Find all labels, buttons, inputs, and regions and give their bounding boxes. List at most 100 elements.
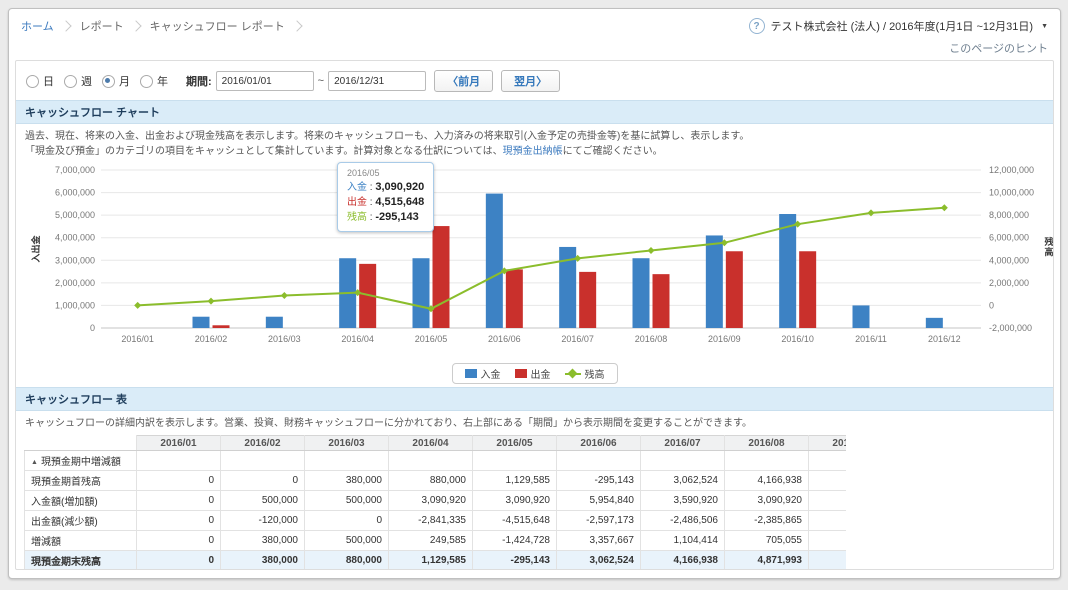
column-header: 2016/08 xyxy=(725,436,809,451)
chart-section: キャッシュフロー チャート 過去、現在、将来の入金、出金および現金残高を表示しま… xyxy=(16,100,1053,387)
right-axis-tick-label: 4,000,000 xyxy=(989,255,1029,265)
left-axis-tick-label: 0 xyxy=(90,323,95,333)
column-header: 2016/06 xyxy=(557,436,641,451)
bar-out[interactable] xyxy=(653,274,670,328)
help-icon[interactable]: ? xyxy=(749,18,765,34)
breadcrumb-home[interactable]: ホーム xyxy=(21,18,54,34)
x-axis-label: 2016/01 xyxy=(121,334,154,344)
chevron-right-icon xyxy=(291,20,302,31)
bar-in[interactable] xyxy=(193,317,210,328)
cell: 3,090,920 xyxy=(389,491,473,511)
right-axis-tick-label: 10,000,000 xyxy=(989,188,1034,198)
x-axis-label: 2016/10 xyxy=(781,334,814,344)
radio-week-dot[interactable] xyxy=(64,75,77,88)
balance-line xyxy=(138,208,945,309)
cell: 3,590,920 xyxy=(641,491,725,511)
x-axis-label: 2016/12 xyxy=(928,334,961,344)
legend-item-line[interactable]: 残高 xyxy=(565,366,605,381)
cell: 500,000 xyxy=(221,491,305,511)
tooltip-label-out: 出金 xyxy=(347,197,367,208)
balance-point[interactable] xyxy=(941,204,948,211)
table-section: キャッシュフロー 表 キャッシュフローの詳細内訳を表示します。営業、投資、財務キ… xyxy=(16,387,1053,570)
date-range-separator: ~ xyxy=(318,75,324,87)
x-axis-label: 2016/04 xyxy=(341,334,374,344)
row-label: 現預金期末残高 xyxy=(25,551,137,571)
right-axis-tick-label: 6,000,000 xyxy=(989,233,1029,243)
cell: 380,000 xyxy=(221,531,305,551)
bar-out[interactable] xyxy=(433,226,450,328)
bar-out[interactable] xyxy=(579,272,596,328)
radio-day-dot[interactable] xyxy=(26,75,39,88)
bar-in[interactable] xyxy=(926,318,943,328)
date-from-input[interactable] xyxy=(216,71,314,91)
cell xyxy=(809,551,847,571)
table-row: 入金額(増加額)0500,000500,0003,090,9203,090,92… xyxy=(25,491,847,511)
bar-in[interactable] xyxy=(633,258,650,328)
date-to-input[interactable] xyxy=(328,71,426,91)
balance-point[interactable] xyxy=(208,298,215,305)
cell: 4,871,993 xyxy=(725,551,809,571)
right-axis-tick-label: 12,000,000 xyxy=(989,165,1034,175)
bar-in[interactable] xyxy=(779,214,796,328)
legend-item-bar[interactable]: 出金 xyxy=(515,366,551,381)
bar-in[interactable] xyxy=(486,194,503,328)
right-axis-tick-label: 8,000,000 xyxy=(989,210,1029,220)
bar-in[interactable] xyxy=(266,317,283,328)
bar-in[interactable] xyxy=(706,235,723,328)
cell: 0 xyxy=(221,471,305,491)
cell: -2,597,173 xyxy=(557,511,641,531)
prev-month-button[interactable]: 〈前月 xyxy=(434,70,493,92)
bar-out[interactable] xyxy=(799,251,816,328)
cell: 0 xyxy=(137,551,221,571)
legend-label: 残高 xyxy=(585,366,605,381)
page-hint-link[interactable]: このページのヒント xyxy=(949,43,1048,55)
bar-out[interactable] xyxy=(726,251,743,328)
balance-point[interactable] xyxy=(648,247,655,254)
next-month-button[interactable]: 翌月〉 xyxy=(501,70,560,92)
chart-description-line2: 「現金及び預金」のカテゴリの項目をキャッシュとして集計しています。計算対象となる… xyxy=(25,144,1044,159)
cell: 4,166,938 xyxy=(725,471,809,491)
row-label[interactable]: ▲現預金期中増減額 xyxy=(25,451,137,471)
company-selector[interactable]: ? テスト株式会社 (法人) / 2016年度(1月1日 ~12月31日) ▼ xyxy=(749,18,1048,34)
period-filter-bar: 日 週 月 年 期間: ~ 〈前月 翌月〉 xyxy=(16,61,1053,100)
radio-year[interactable]: 年 xyxy=(140,73,168,89)
cell: 1,129,585 xyxy=(389,551,473,571)
balance-point[interactable] xyxy=(134,302,141,309)
bar-in[interactable] xyxy=(413,258,430,328)
bar-in[interactable] xyxy=(853,305,870,328)
cell: 705,055 xyxy=(725,531,809,551)
cell xyxy=(641,451,725,471)
radio-year-dot[interactable] xyxy=(140,75,153,88)
cell: 1,104,414 xyxy=(641,531,725,551)
table-group-row: ▲現預金期中増減額 xyxy=(25,451,847,471)
bar-out[interactable] xyxy=(506,269,523,328)
chart-description-line2-post: にてご確認ください。 xyxy=(563,146,663,157)
x-axis-label: 2016/05 xyxy=(415,334,448,344)
cashflow-table-clip: 2016/012016/022016/032016/042016/052016/… xyxy=(24,435,846,570)
cell xyxy=(809,531,847,551)
bar-out[interactable] xyxy=(213,325,230,328)
radio-week[interactable]: 週 xyxy=(64,73,92,89)
legend-item-bar[interactable]: 入金 xyxy=(465,366,501,381)
column-header: 2016/01 xyxy=(137,436,221,451)
radio-month-dot[interactable] xyxy=(102,75,115,88)
table-row: 出金額(減少額)0-120,0000-2,841,335-4,515,648-2… xyxy=(25,511,847,531)
tooltip-row-in: 入金 : 3,090,920 xyxy=(347,180,424,195)
legend-label: 入金 xyxy=(481,366,501,381)
chart-section-title: キャッシュフロー チャート xyxy=(16,100,1053,124)
cashbook-link[interactable]: 現預金出納帳 xyxy=(503,146,563,157)
breadcrumb-reports[interactable]: レポート xyxy=(80,18,124,34)
cell: 0 xyxy=(137,471,221,491)
radio-day[interactable]: 日 xyxy=(26,73,54,89)
tooltip-value-out: 4,515,648 xyxy=(375,196,424,208)
cell: -295,143 xyxy=(473,551,557,571)
cell: 5,954,840 xyxy=(557,491,641,511)
radio-month[interactable]: 月 xyxy=(102,73,130,89)
table-row: 増減額0380,000500,000249,585-1,424,7283,357… xyxy=(25,531,847,551)
cell: 3,062,524 xyxy=(641,471,725,491)
radio-week-label: 週 xyxy=(81,73,92,89)
tooltip-label-balance: 残高 xyxy=(347,212,367,223)
cashflow-table: 2016/012016/022016/032016/042016/052016/… xyxy=(24,435,846,570)
balance-point[interactable] xyxy=(281,292,288,299)
chart-legend: 入金出金 残高 xyxy=(25,363,1044,384)
